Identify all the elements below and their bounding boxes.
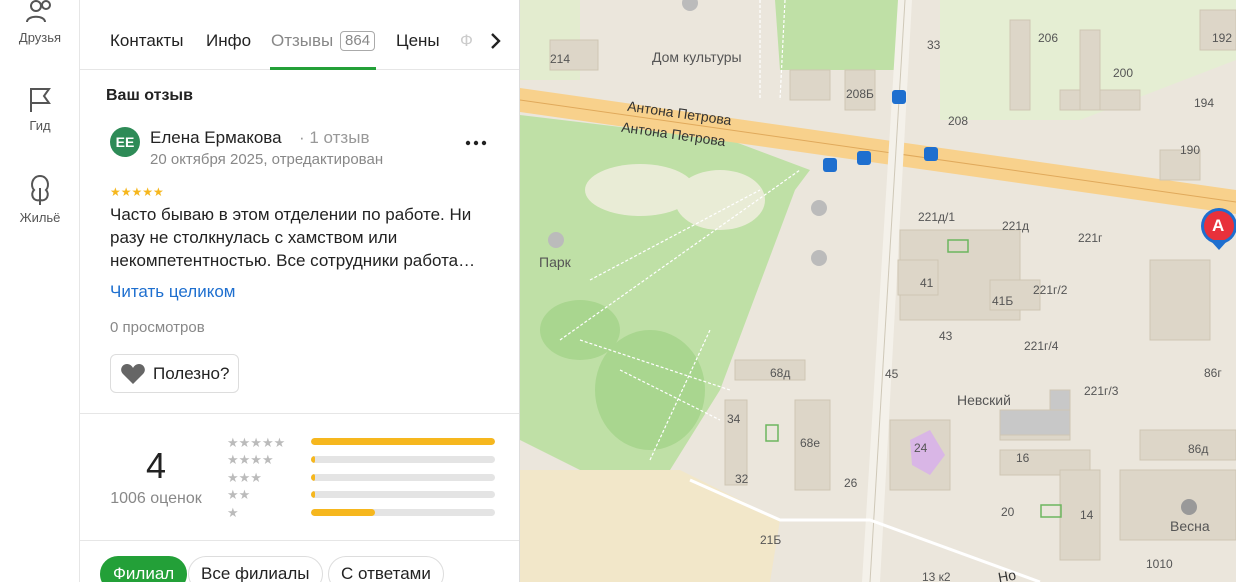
house-number: 208Б: [846, 87, 874, 101]
chevron-right-icon[interactable]: [484, 30, 506, 52]
house-number: 190: [1180, 143, 1201, 157]
tree-icon: [31, 174, 49, 205]
house-number: 214: [550, 52, 571, 66]
house-number: 26: [844, 476, 858, 490]
guide-nav[interactable]: Гид: [0, 86, 80, 133]
dist-bar-fill: [311, 438, 495, 445]
tab-info[interactable]: Инфо: [206, 12, 251, 70]
map-label-nevsky[interactable]: Невский: [957, 392, 1011, 408]
house-number: 34: [727, 412, 741, 426]
org-panel: Контакты Инфо Отзывы 864 Цены Ф Ваш отзы…: [80, 0, 520, 582]
housing-nav[interactable]: Жильё: [0, 174, 80, 225]
dist-bar-4: [311, 456, 495, 463]
house-number: 13 к2: [922, 570, 951, 582]
friends-label: Друзья: [18, 30, 62, 45]
guide-label: Гид: [29, 118, 51, 133]
house-number: 221г: [1078, 231, 1103, 245]
house-number: 194: [1194, 96, 1215, 110]
house-number: 21Б: [760, 533, 782, 547]
tab-photos[interactable]: Ф: [460, 12, 473, 70]
house-number: 86г: [1204, 366, 1222, 380]
house-number: 14: [1080, 508, 1094, 522]
map-label-culture-house[interactable]: Дом культуры: [652, 49, 742, 65]
dist-bar-fill: [311, 509, 376, 516]
house-number: 68д: [770, 366, 791, 380]
review-stars: ★★★★★: [110, 185, 164, 199]
house-number: 43: [939, 329, 953, 343]
house-number: 221д/1: [918, 210, 956, 224]
dist-bar-fill: [311, 456, 315, 463]
house-number: 32: [735, 472, 749, 486]
house-number: 221г/2: [1033, 283, 1068, 297]
map-label-park[interactable]: Парк: [539, 254, 571, 270]
map-view[interactable]: Дом культуры Парк Антона Петрова Антона …: [520, 0, 1236, 582]
heart-icon: [121, 364, 145, 384]
house-number: 16: [1016, 451, 1030, 465]
house-number: 221д: [1002, 219, 1030, 233]
house-number: 221г/3: [1084, 384, 1119, 398]
rating-value: 4: [145, 445, 167, 486]
tabs-bar: Контакты Инфо Отзывы 864 Цены Ф: [80, 12, 519, 70]
your-review-heading: Ваш отзыв: [106, 87, 193, 104]
active-tab-indicator: [270, 67, 376, 70]
map-label-street: Но: [996, 566, 1018, 582]
dist-bar-fill: [311, 474, 315, 481]
map-label-vesna[interactable]: Весна: [1170, 518, 1210, 534]
dist-stars-5: ★★★★★: [227, 435, 286, 450]
more-options-icon[interactable]: [464, 133, 488, 153]
divider: [80, 540, 519, 541]
author-review-count: · 1 отзыв: [299, 128, 370, 147]
house-number: 192: [1212, 31, 1233, 45]
dist-stars-2: ★★: [227, 487, 251, 502]
useful-button[interactable]: Полезно?: [110, 354, 239, 393]
divider: [80, 413, 519, 414]
dist-bar-fill: [311, 491, 315, 498]
dist-stars-4: ★★★★: [227, 452, 274, 467]
flag-icon: [30, 88, 51, 112]
house-number: 45: [885, 367, 899, 381]
house-number: 41: [920, 276, 934, 290]
filter-with-answers-chip[interactable]: С ответами: [328, 556, 444, 582]
rating-count: 1006 оценок: [110, 490, 202, 507]
review-author[interactable]: Елена Ермакова: [150, 128, 282, 148]
marker-letter: А: [1212, 216, 1225, 235]
map-canvas[interactable]: [520, 0, 1236, 582]
reviews-count-badge: 864: [340, 31, 376, 51]
tab-reviews-label: Отзывы: [271, 31, 334, 50]
dist-bar-2: [311, 491, 495, 498]
dist-stars-3: ★★★: [227, 470, 262, 485]
friends-icon: [26, 0, 51, 23]
house-number: 33: [927, 38, 941, 52]
house-number: 221г/4: [1024, 339, 1059, 353]
house-number: 86д: [1188, 442, 1209, 456]
read-more-link[interactable]: Читать целиком: [110, 282, 236, 302]
review-text: Часто бываю в этом отделении по работе. …: [110, 205, 476, 270]
filter-branch-chip[interactable]: Филиал: [100, 556, 188, 582]
tab-prices[interactable]: Цены: [396, 12, 440, 70]
house-number: 206: [1038, 31, 1059, 45]
house-number: 24: [914, 441, 928, 455]
dist-bar-5: [311, 438, 495, 445]
tab-reviews[interactable]: Отзывы 864: [271, 12, 376, 70]
useful-label: Полезно?: [153, 364, 230, 383]
tab-contacts[interactable]: Контакты: [110, 12, 183, 70]
house-number: 200: [1113, 66, 1134, 80]
friends-nav[interactable]: Друзья: [0, 0, 80, 45]
filter-all-branches-chip[interactable]: Все филиалы: [188, 556, 323, 582]
house-number: 1010: [1146, 557, 1173, 571]
dist-stars-1: ★: [227, 505, 239, 520]
house-number: 20: [1001, 505, 1015, 519]
house-number: 208: [948, 114, 969, 128]
review-date: 20 октября 2025, отредактирован: [150, 151, 384, 168]
avatar[interactable]: ЕЕ: [110, 127, 140, 157]
side-rail: Друзья Гид Жильё: [0, 0, 80, 582]
views-count: 0 просмотров: [110, 319, 205, 336]
dist-bar-3: [311, 474, 495, 481]
housing-label: Жильё: [19, 210, 61, 225]
house-number: 41Б: [992, 294, 1014, 308]
house-number: 68е: [800, 436, 821, 450]
dist-bar-1: [311, 509, 495, 516]
